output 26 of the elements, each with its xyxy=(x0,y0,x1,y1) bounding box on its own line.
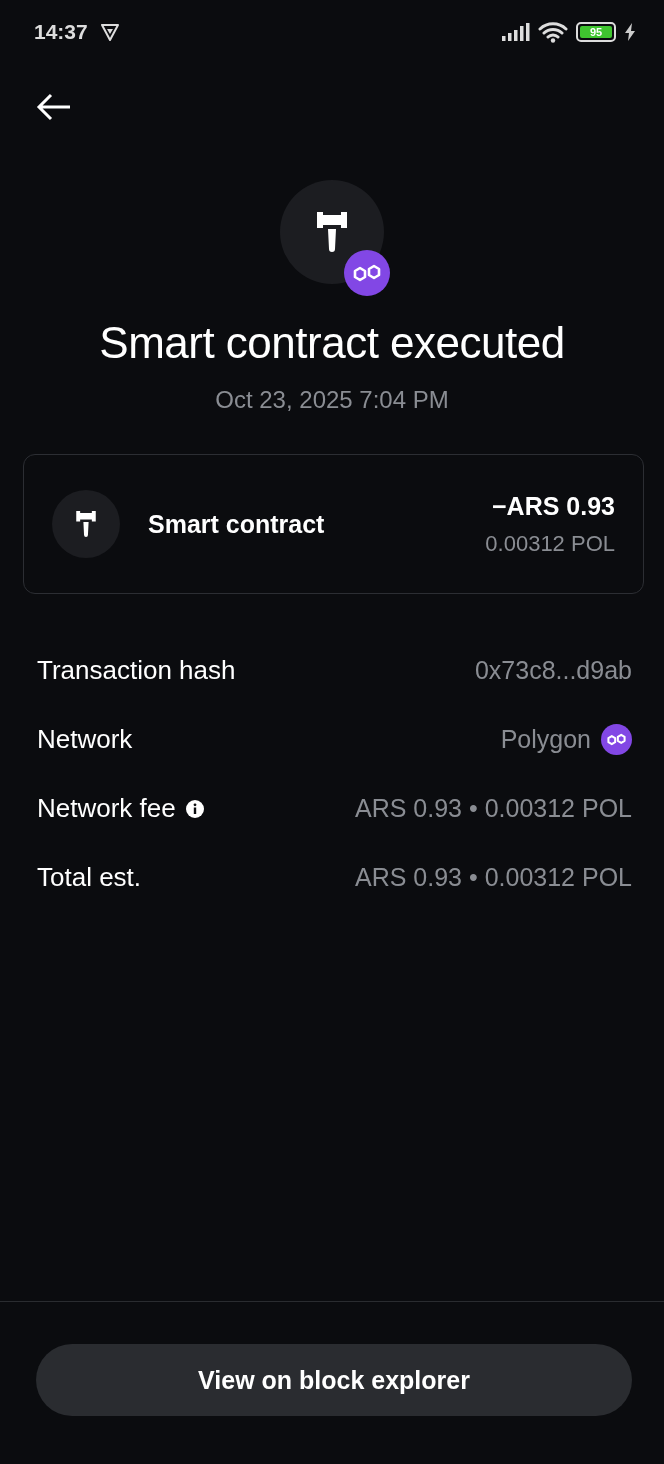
transaction-date: Oct 23, 2025 7:04 PM xyxy=(215,386,449,414)
back-arrow-icon[interactable] xyxy=(36,93,72,121)
detail-value: Polygon xyxy=(500,725,591,754)
contract-label: Smart contract xyxy=(148,509,326,539)
gavel-icon xyxy=(317,212,347,252)
charging-icon xyxy=(624,23,636,41)
polygon-badge-icon xyxy=(344,250,390,296)
gavel-icon xyxy=(76,511,96,537)
signal-icon xyxy=(502,23,530,41)
status-time: 14:37 xyxy=(34,20,88,44)
shield-icon xyxy=(99,22,120,42)
page-title: Smart contract executed xyxy=(99,318,565,368)
wifi-icon xyxy=(538,21,568,43)
detail-label: Network xyxy=(37,724,133,755)
detail-label: Transaction hash xyxy=(37,655,236,686)
detail-value: ARS 0.93 • 0.00312 POL xyxy=(355,794,632,823)
info-icon[interactable] xyxy=(185,799,204,818)
detail-label: Total est. xyxy=(37,862,142,893)
block-explorer-button[interactable]: View on block explorer xyxy=(36,1344,632,1416)
detail-value: ARS 0.93 • 0.00312 POL xyxy=(355,863,632,892)
polygon-icon xyxy=(601,724,632,755)
detail-label: Network fee xyxy=(37,793,176,824)
battery-indicator: 95 xyxy=(576,22,616,42)
detail-value: 0x73c8...d9ab xyxy=(474,656,632,685)
fiat-amount: −ARS 0.93 xyxy=(492,491,615,521)
crypto-amount: 0.00312 POL xyxy=(485,530,615,557)
